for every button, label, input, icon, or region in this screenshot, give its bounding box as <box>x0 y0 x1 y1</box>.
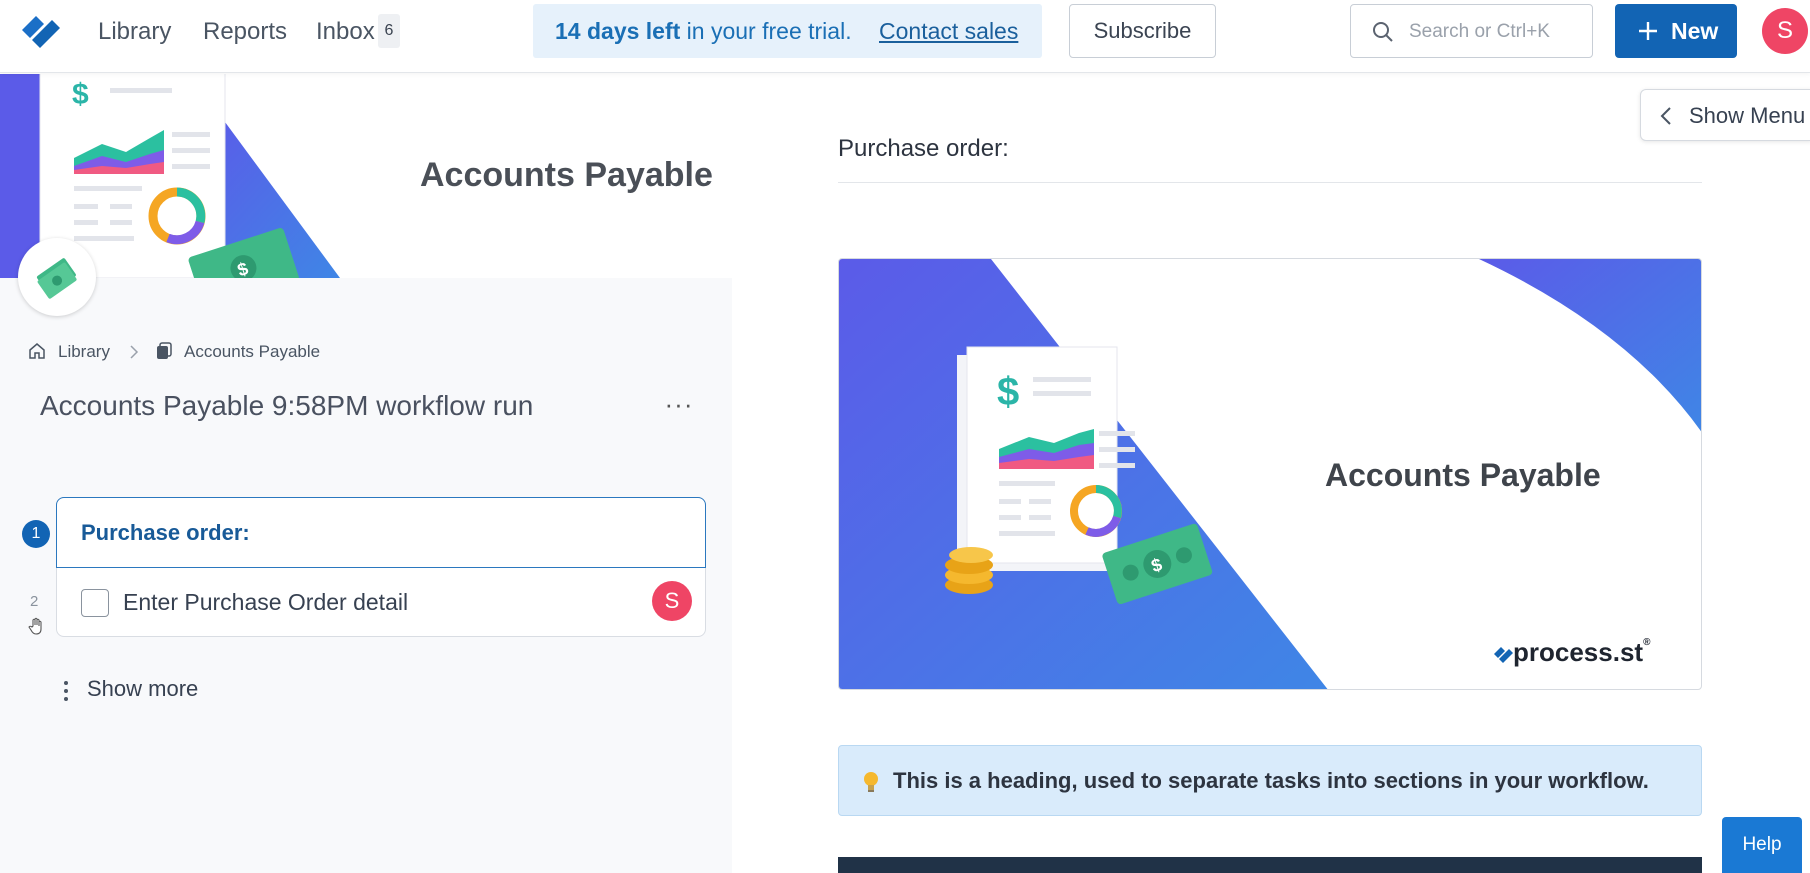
process-st-brand: process.st® <box>1494 637 1651 668</box>
top-bar: Library Reports Inbox 6 14 days left in … <box>0 0 1810 73</box>
next-content-preview <box>838 857 1702 873</box>
nav-inbox[interactable]: Inbox <box>316 18 375 46</box>
user-avatar[interactable]: S <box>1762 8 1808 54</box>
template-icon <box>157 342 172 359</box>
lightbulb-icon <box>864 772 878 792</box>
show-menu-button[interactable]: Show Menu <box>1640 89 1810 141</box>
trial-banner: 14 days left in your free trial. Contact… <box>533 4 1042 58</box>
nav-reports[interactable]: Reports <box>203 18 287 46</box>
step-list: Purchase order: Enter Purchase Order det… <box>56 497 706 637</box>
search-icon <box>1373 22 1393 42</box>
show-more-label: Show more <box>87 676 199 701</box>
chevron-right-icon <box>130 345 139 359</box>
breadcrumb-accounts-payable[interactable]: Accounts Payable <box>184 342 320 362</box>
help-button[interactable]: Help <box>1722 817 1802 873</box>
task-label[interactable]: Enter Purchase Order detail <box>123 589 408 616</box>
svg-text:$: $ <box>72 78 89 111</box>
contact-sales-link[interactable]: Contact sales <box>879 4 1018 58</box>
heading-callout: This is a heading, used to separate task… <box>838 745 1702 816</box>
new-button[interactable]: New <box>1615 4 1737 58</box>
home-icon <box>29 343 45 359</box>
step-heading-purchase-order[interactable]: Purchase order: <box>56 497 706 568</box>
money-icon <box>36 258 77 299</box>
show-menu-label: Show Menu <box>1689 103 1806 128</box>
workflow-banner: $ $ Accounts Payable <box>0 74 732 278</box>
search-box[interactable] <box>1350 4 1593 58</box>
trial-days: 14 days left <box>555 18 681 44</box>
banner-title: Accounts Payable <box>420 156 713 194</box>
step-number-2: 2 <box>30 593 39 610</box>
trial-text: in your free trial. <box>680 18 852 44</box>
drag-hand-icon[interactable] <box>27 616 47 636</box>
content-heading: Purchase order: <box>838 135 1009 162</box>
new-button-label: New <box>1671 18 1719 44</box>
nav-library[interactable]: Library <box>98 18 171 46</box>
step-number-1: 1 <box>22 520 50 548</box>
brand-name: process.st <box>1513 637 1644 667</box>
kebab-icon <box>64 681 68 701</box>
brand-trademark: ® <box>1643 637 1651 648</box>
callout-text: This is a heading, used to separate task… <box>893 768 1649 793</box>
task-assignee-avatar[interactable]: S <box>652 581 692 621</box>
breadcrumb-library[interactable]: Library <box>58 342 110 362</box>
inbox-count-badge: 6 <box>378 14 400 48</box>
plus-icon <box>1639 22 1657 40</box>
svg-text:$: $ <box>997 370 1019 414</box>
hero-image: $ $ Accounts Payable process.st® <box>838 258 1702 690</box>
hero-title: Accounts Payable <box>1325 457 1601 493</box>
content-divider <box>838 182 1702 183</box>
process-st-logo-icon <box>1494 647 1513 663</box>
subscribe-button[interactable]: Subscribe <box>1069 4 1216 58</box>
search-input[interactable] <box>1409 17 1584 47</box>
chevron-left-icon <box>1660 107 1671 125</box>
run-title[interactable]: Accounts Payable 9:58PM workflow run <box>40 390 533 422</box>
step-heading-label: Purchase order: <box>81 520 250 545</box>
workflow-icon <box>18 238 96 316</box>
run-options-button[interactable]: ··· <box>664 391 694 422</box>
process-street-logo-icon[interactable] <box>18 10 66 54</box>
task-checkbox[interactable] <box>81 589 109 617</box>
